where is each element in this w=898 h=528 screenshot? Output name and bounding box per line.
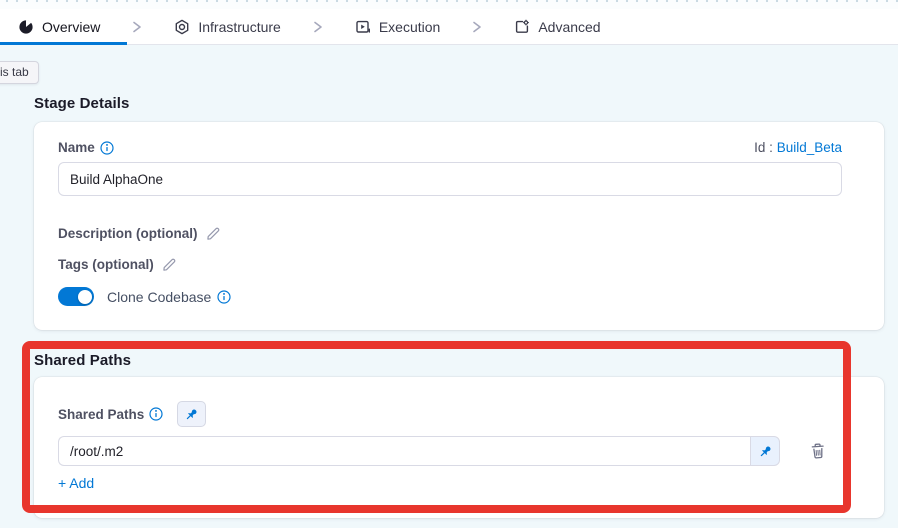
pin-field-button[interactable]: [750, 436, 780, 466]
tab-infrastructure[interactable]: Infrastructure: [174, 19, 280, 35]
hexagon-nut-icon: [174, 19, 190, 35]
tab-advanced-label: Advanced: [538, 19, 600, 35]
tooltip: is tab: [0, 61, 39, 84]
description-label: Description (optional): [58, 226, 198, 241]
tooltip-text: is tab: [0, 65, 29, 79]
pin-runtime-input-button[interactable]: [177, 401, 206, 427]
edit-description-pencil-icon[interactable]: [206, 226, 221, 241]
stage-id-label: Id :: [754, 140, 773, 155]
edit-tags-pencil-icon[interactable]: [162, 257, 177, 272]
play-box-icon: [355, 19, 371, 35]
stage-id-link[interactable]: Build_Beta: [777, 140, 842, 155]
pie-chart-icon: [18, 19, 34, 35]
stage-tab-bar: Overview Infrastructure Execution Advanc…: [0, 9, 898, 45]
stage-details-heading: Stage Details: [34, 95, 130, 112]
add-path-link[interactable]: + Add: [58, 475, 94, 491]
info-icon[interactable]: [149, 407, 163, 421]
tab-infrastructure-label: Infrastructure: [198, 19, 280, 35]
tags-label: Tags (optional): [58, 257, 154, 272]
info-icon[interactable]: [217, 290, 231, 304]
chevron-right-icon: [132, 21, 142, 33]
shared-paths-heading: Shared Paths: [34, 352, 131, 369]
tab-advanced[interactable]: Advanced: [514, 19, 600, 35]
box-gear-icon: [514, 19, 530, 35]
shared-paths-label: Shared Paths: [58, 407, 163, 422]
chevron-right-icon: [472, 21, 482, 33]
name-label: Name: [58, 140, 114, 155]
shared-path-input-group: [58, 436, 780, 466]
shared-path-input[interactable]: [58, 436, 750, 466]
stage-details-card: Name Id : Build_Beta Description (option…: [34, 122, 884, 330]
stage-id: Id : Build_Beta: [754, 140, 842, 155]
clone-codebase-toggle[interactable]: [58, 287, 94, 306]
clone-codebase-label: Clone Codebase: [107, 289, 231, 305]
shared-paths-card: Shared Paths + Add: [34, 377, 884, 518]
tab-execution-label: Execution: [379, 19, 440, 35]
stage-name-input[interactable]: [58, 162, 842, 196]
tab-overview[interactable]: Overview: [18, 19, 100, 35]
active-tab-underline: [0, 42, 127, 45]
delete-path-trash-icon[interactable]: [808, 441, 828, 462]
tab-overview-label: Overview: [42, 19, 100, 35]
chevron-right-icon: [313, 21, 323, 33]
info-icon[interactable]: [100, 141, 114, 155]
toggle-knob: [78, 290, 92, 304]
tab-execution[interactable]: Execution: [355, 19, 440, 35]
pipeline-canvas-strip: [0, 0, 898, 9]
